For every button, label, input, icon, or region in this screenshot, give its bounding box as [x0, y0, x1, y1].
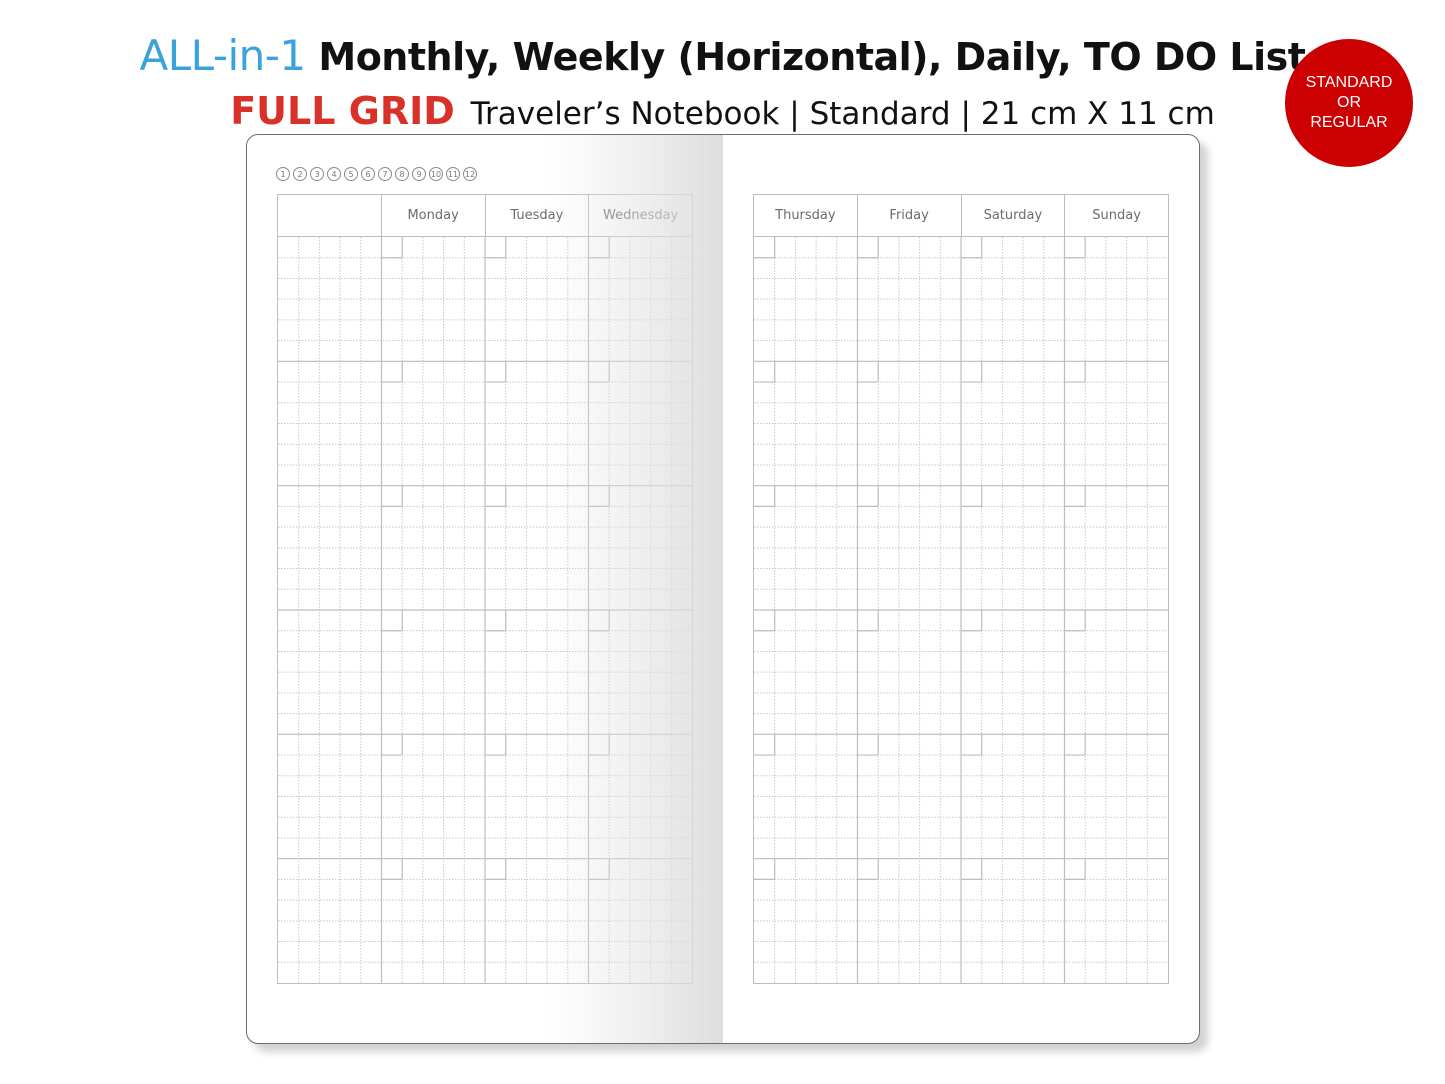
- left-page-header: Monday Tuesday Wednesday: [278, 195, 692, 237]
- day-header-wednesday: Wednesday: [602, 208, 679, 223]
- month-tabs: 1 2 3 4 5 6 7 8 9 10 11 12: [276, 167, 477, 181]
- product-title-line-2: FULL GRID Traveler’s Notebook | Standard…: [0, 88, 1445, 137]
- month-tab[interactable]: 4: [327, 167, 341, 181]
- right-page-grid: Thursday Friday Saturday Sunday: [753, 194, 1169, 984]
- month-tab[interactable]: 3: [310, 167, 324, 181]
- month-tab[interactable]: 6: [361, 167, 375, 181]
- month-tab[interactable]: 10: [429, 167, 443, 181]
- month-tab[interactable]: 12: [463, 167, 477, 181]
- product-title-line-1: ALL-in-1 Monthly, Weekly (Horizontal), D…: [0, 28, 1445, 85]
- badge-line-3: REGULAR: [1310, 114, 1388, 131]
- label-column-header: [278, 195, 382, 236]
- size-badge: STANDARD OR REGULAR: [1285, 39, 1413, 167]
- month-tab[interactable]: 7: [378, 167, 392, 181]
- left-page-grid-body[interactable]: [278, 237, 692, 983]
- day-header-thursday: Thursday: [754, 195, 858, 236]
- all-in-one-highlight: ALL-in-1: [139, 31, 307, 80]
- month-tab[interactable]: 8: [395, 167, 409, 181]
- month-tab[interactable]: 11: [446, 167, 460, 181]
- right-page-header: Thursday Friday Saturday Sunday: [754, 195, 1168, 237]
- month-tab[interactable]: 9: [412, 167, 426, 181]
- right-page-grid-body[interactable]: [754, 237, 1168, 983]
- left-page-grid: Monday Tuesday Wednesday: [277, 194, 693, 984]
- badge-line-1: STANDARD: [1305, 74, 1393, 91]
- day-header-sunday: Sunday: [1092, 208, 1141, 223]
- day-header-tuesday: Tuesday: [486, 195, 590, 236]
- title-rest: Monthly, Weekly (Horizontal), Daily, TO …: [318, 35, 1306, 79]
- badge-line-2: OR: [1337, 94, 1361, 111]
- day-header-monday: Monday: [382, 195, 486, 236]
- day-header-friday: Friday: [858, 195, 962, 236]
- left-grid-lines: [278, 237, 692, 983]
- month-tab[interactable]: 2: [293, 167, 307, 181]
- month-tab[interactable]: 1: [276, 167, 290, 181]
- right-grid-lines: [754, 237, 1168, 983]
- day-header-saturday: Saturday: [962, 195, 1066, 236]
- month-tab[interactable]: 5: [344, 167, 358, 181]
- subtitle-rest: Traveler’s Notebook | Standard | 21 cm X…: [470, 96, 1215, 132]
- full-grid-highlight: FULL GRID: [230, 89, 455, 133]
